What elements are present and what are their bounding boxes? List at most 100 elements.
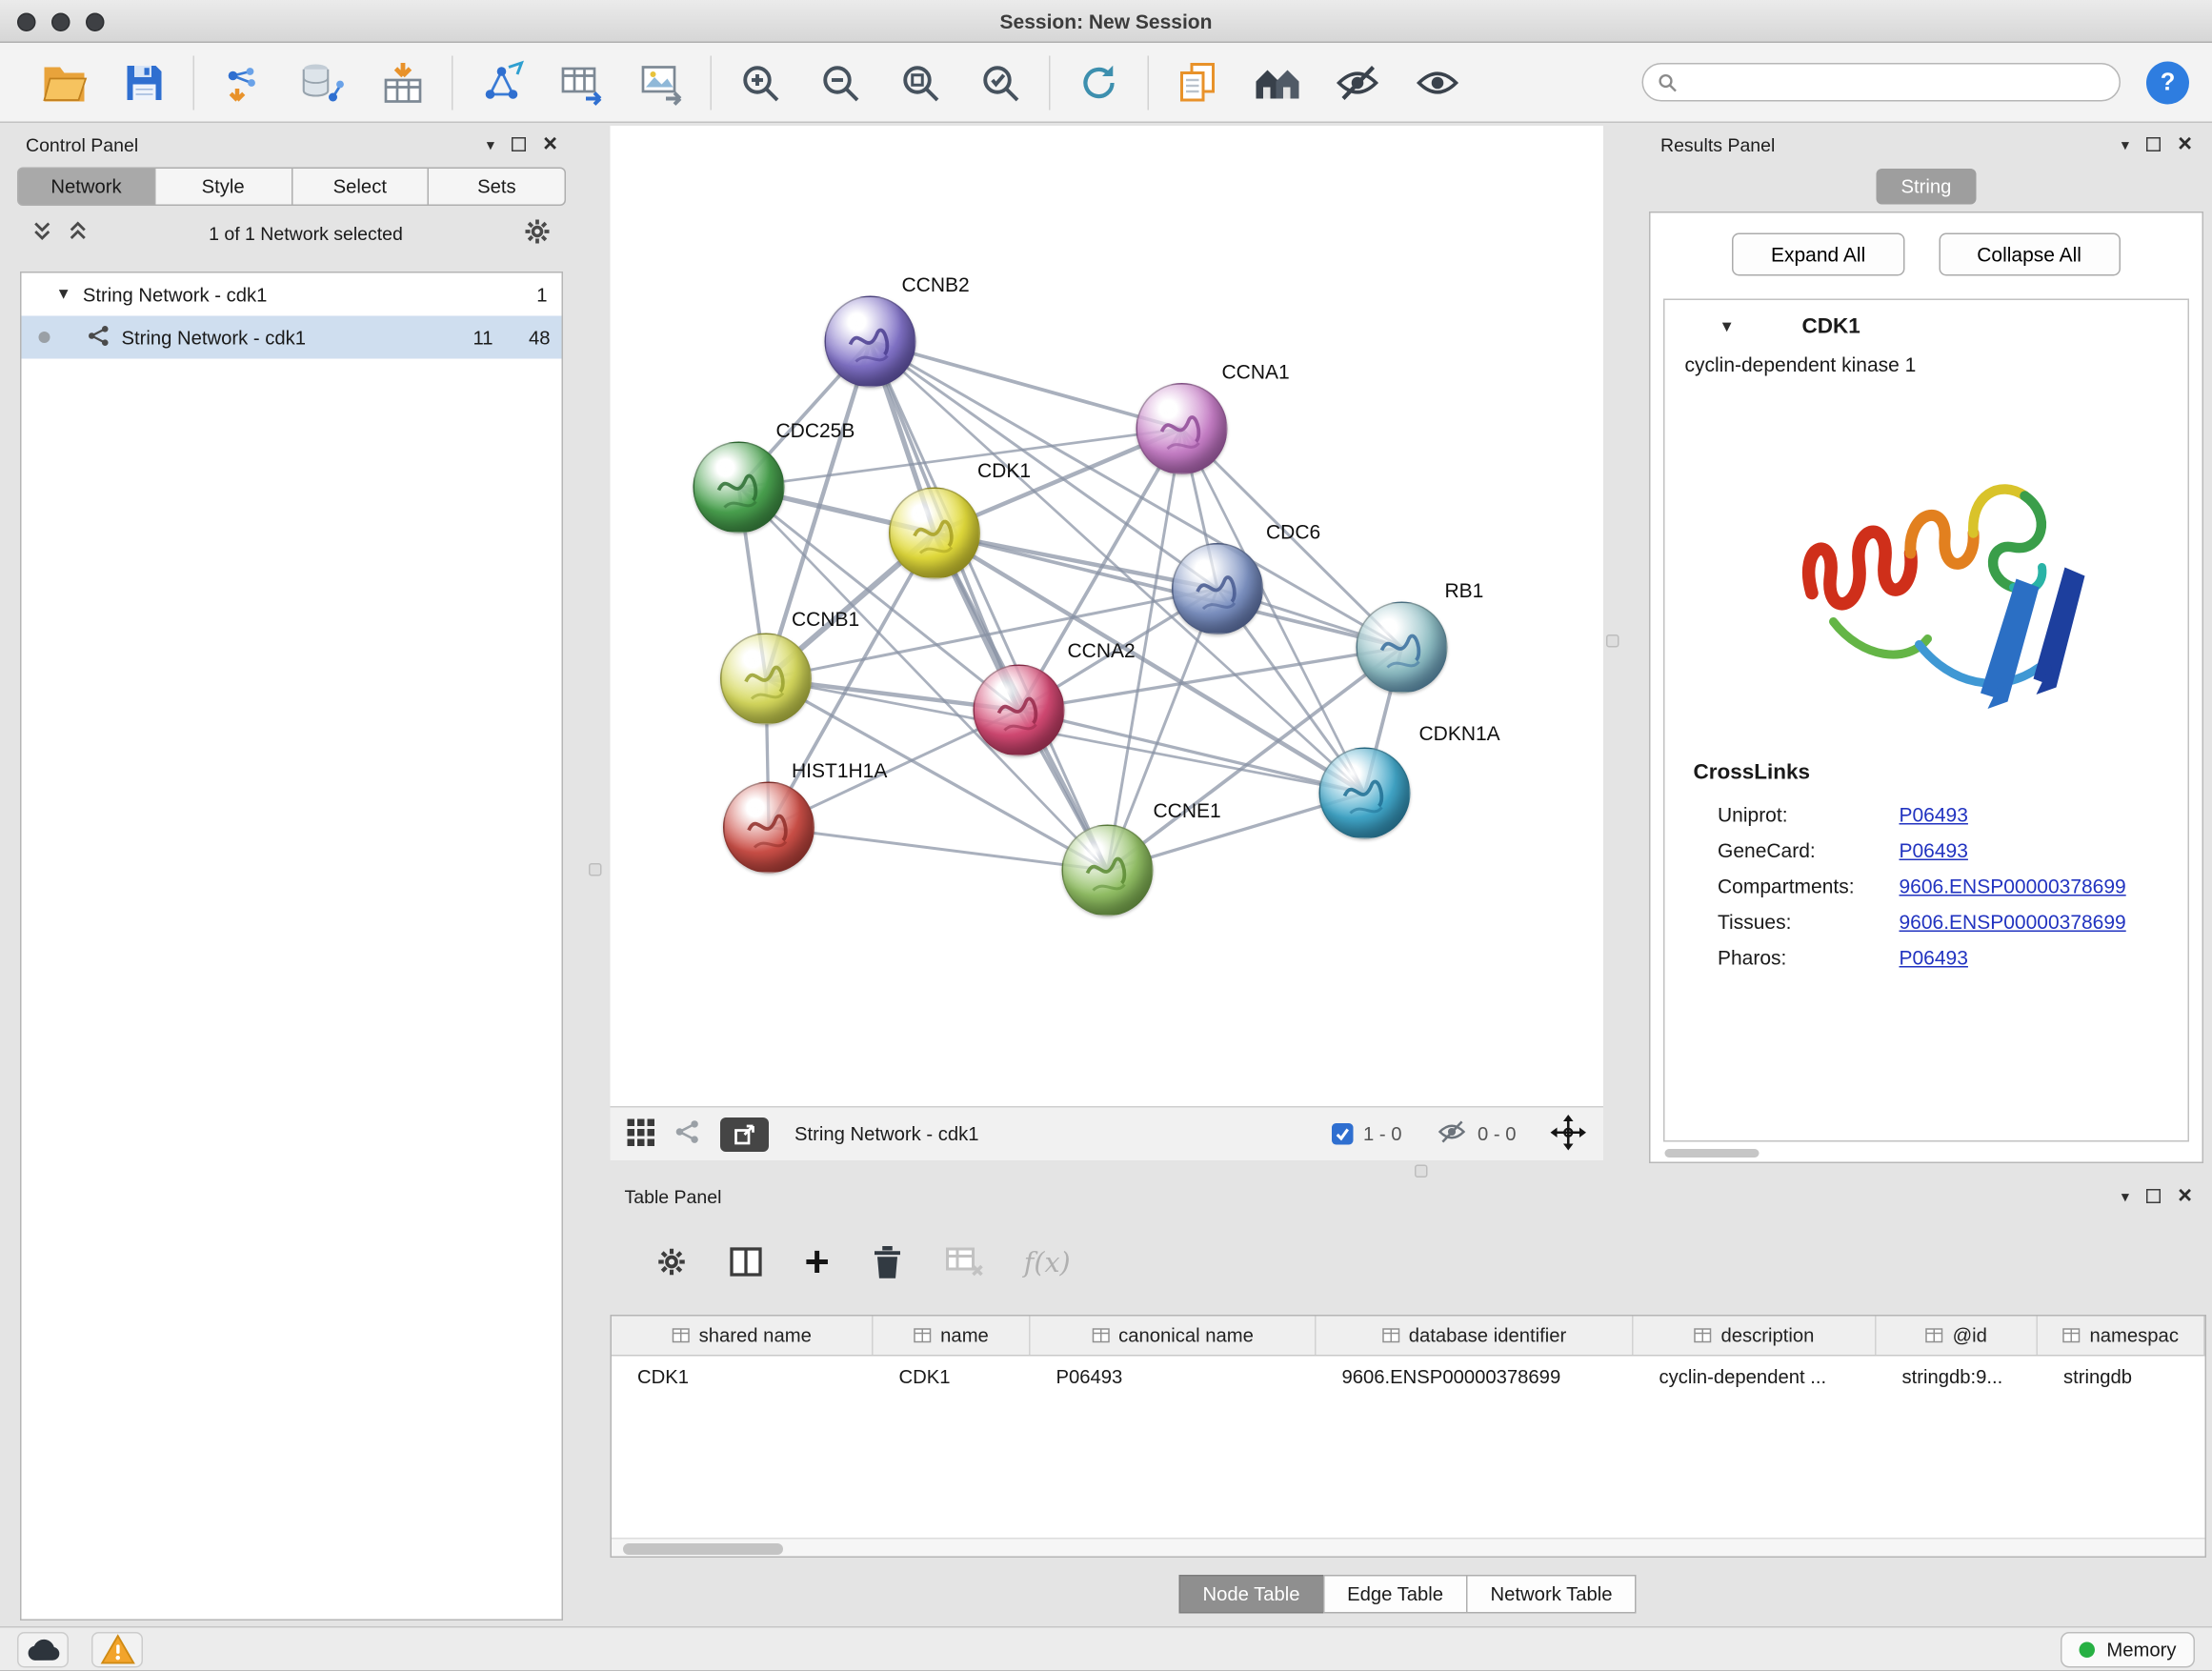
column-header[interactable]: database identifier xyxy=(1317,1317,1634,1356)
splitter-handle[interactable] xyxy=(589,863,602,876)
selected-count-checkbox-icon[interactable] xyxy=(1332,1123,1354,1145)
copy-document-icon[interactable] xyxy=(1171,55,1225,110)
panel-float-icon[interactable] xyxy=(512,137,526,151)
table-cell[interactable]: stringdb:9... xyxy=(1877,1357,2039,1397)
zoom-in-icon[interactable] xyxy=(734,55,788,110)
table-cell[interactable]: 9606.ENSP00000378699 xyxy=(1317,1357,1634,1397)
network-row-selected[interactable]: String Network - cdk1 11 48 xyxy=(22,316,562,359)
table-cell[interactable]: CDK1 xyxy=(612,1357,874,1397)
panel-menu-icon[interactable]: ▾ xyxy=(2122,1187,2129,1206)
delete-column-trash-icon[interactable] xyxy=(870,1242,904,1284)
panel-float-icon[interactable] xyxy=(2146,137,2161,151)
export-image-icon[interactable] xyxy=(634,55,689,110)
panel-close-icon[interactable]: × xyxy=(2178,1189,2192,1203)
detach-view-button[interactable] xyxy=(720,1117,769,1151)
tab-style[interactable]: Style xyxy=(154,168,292,207)
graph-node-HIST1H1A[interactable] xyxy=(723,782,814,874)
crosslink-uniprot-link[interactable]: P06493 xyxy=(1900,802,1968,825)
import-network-from-file-icon[interactable] xyxy=(216,55,271,110)
graph-node-CDC25B[interactable] xyxy=(694,442,785,534)
graph-node-CCNA1[interactable] xyxy=(1136,383,1228,474)
expand-all-button[interactable]: Expand All xyxy=(1732,233,1903,276)
pan-crosshair-icon[interactable] xyxy=(1551,1114,1587,1154)
crosslink-tissues-link[interactable]: 9606.ENSP00000378699 xyxy=(1900,910,2126,933)
panel-float-icon[interactable] xyxy=(2146,1189,2161,1203)
warnings-button[interactable] xyxy=(91,1632,143,1668)
panel-menu-icon[interactable]: ▾ xyxy=(487,135,494,154)
graph-node-CDK1[interactable] xyxy=(889,488,980,579)
panel-close-icon[interactable]: × xyxy=(543,137,557,151)
expand-all-networks-icon[interactable] xyxy=(68,220,90,246)
tab-edge-table[interactable]: Edge Table xyxy=(1323,1575,1468,1614)
import-table-icon[interactable] xyxy=(376,55,431,110)
tab-sets[interactable]: Sets xyxy=(428,168,566,207)
tab-select[interactable]: Select xyxy=(291,168,429,207)
entry-expander-icon[interactable]: ▼ xyxy=(1719,319,1735,336)
column-header[interactable]: @id xyxy=(1877,1317,2039,1356)
graph-node-CDC6[interactable] xyxy=(1172,543,1263,634)
search-input[interactable] xyxy=(1686,70,2105,95)
column-header[interactable]: namespac xyxy=(2038,1317,2205,1356)
column-header[interactable]: description xyxy=(1634,1317,1877,1356)
control-panel-tabs: Network Style Select Sets xyxy=(17,168,566,207)
search-box[interactable] xyxy=(1642,63,2122,102)
network-options-gear-icon[interactable] xyxy=(523,216,552,250)
birdseye-grid-icon[interactable] xyxy=(628,1118,655,1150)
open-session-icon[interactable] xyxy=(37,55,91,110)
collapse-all-button[interactable]: Collapse All xyxy=(1939,233,2121,276)
crosslink-genecard-link[interactable]: P06493 xyxy=(1900,838,1968,861)
splitter-handle[interactable] xyxy=(1415,1165,1428,1178)
crosslink-pharos-link[interactable]: P06493 xyxy=(1900,945,1968,968)
tab-node-table[interactable]: Node Table xyxy=(1178,1575,1324,1614)
crosslink-compartments-link[interactable]: 9606.ENSP00000378699 xyxy=(1900,874,2126,896)
graph-node-CCNB1[interactable] xyxy=(720,634,812,725)
graph-node-CCNB2[interactable] xyxy=(825,296,916,388)
column-header[interactable]: shared name xyxy=(612,1317,874,1356)
import-network-from-database-icon[interactable] xyxy=(296,55,351,110)
results-horizontal-scrollbar[interactable] xyxy=(1665,1149,1760,1158)
splitter-handle[interactable] xyxy=(1606,634,1619,648)
tab-network[interactable]: Network xyxy=(17,168,155,207)
collapse-all-networks-icon[interactable] xyxy=(31,220,53,246)
network-from-selection-icon[interactable] xyxy=(474,55,529,110)
network-share-icon[interactable] xyxy=(674,1119,700,1150)
table-settings-gear-icon[interactable] xyxy=(656,1245,688,1281)
network-view[interactable]: CCNB2CCNA1CDC25BCDK1CDC6RB1CCNB1CCNA2CDK… xyxy=(611,126,1604,1106)
hide-selection-icon[interactable] xyxy=(1331,55,1385,110)
panel-menu-icon[interactable]: ▾ xyxy=(2122,135,2129,154)
column-header[interactable]: name xyxy=(874,1317,1031,1356)
table-row[interactable]: CDK1 CDK1 P06493 9606.ENSP00000378699 cy… xyxy=(612,1357,2205,1397)
show-all-icon[interactable] xyxy=(1411,55,1465,110)
panel-close-icon[interactable]: × xyxy=(2178,137,2192,151)
refresh-icon[interactable] xyxy=(1072,55,1126,110)
table-cell[interactable]: stringdb xyxy=(2038,1357,2205,1397)
help-icon[interactable]: ? xyxy=(2146,61,2189,104)
tab-string[interactable]: String xyxy=(1877,169,1976,205)
table-cell[interactable]: CDK1 xyxy=(874,1357,1031,1397)
new-table-icon[interactable] xyxy=(554,55,609,110)
table-cell[interactable]: P06493 xyxy=(1031,1357,1317,1397)
column-header[interactable]: canonical name xyxy=(1031,1317,1317,1356)
add-column-icon[interactable]: + xyxy=(805,1245,830,1282)
table-horizontal-scrollbar[interactable] xyxy=(612,1538,2205,1557)
hidden-eye-slash-icon[interactable] xyxy=(1436,1119,1467,1150)
cloud-status-button[interactable] xyxy=(17,1632,69,1668)
scrollbar-thumb[interactable] xyxy=(623,1543,783,1555)
graph-node-CDKN1A[interactable] xyxy=(1319,748,1411,839)
tab-network-table[interactable]: Network Table xyxy=(1466,1575,1637,1614)
graph-node-CCNA2[interactable] xyxy=(974,665,1065,756)
memory-button[interactable]: Memory xyxy=(2061,1632,2195,1668)
save-session-icon[interactable] xyxy=(117,55,171,110)
show-columns-icon[interactable] xyxy=(728,1242,765,1284)
crosslink-row: Pharos: P06493 xyxy=(1665,939,2188,976)
crosslink-row: Uniprot: P06493 xyxy=(1665,796,2188,833)
zoom-selected-icon[interactable] xyxy=(974,55,1028,110)
collection-expander-icon[interactable]: ▼ xyxy=(56,286,71,303)
graph-node-CCNE1[interactable] xyxy=(1062,825,1154,916)
graph-node-RB1[interactable] xyxy=(1357,602,1448,694)
network-collection-row[interactable]: ▼ String Network - cdk1 1 xyxy=(22,273,562,316)
home-icon[interactable] xyxy=(1251,55,1305,110)
zoom-fit-icon[interactable] xyxy=(894,55,948,110)
table-cell[interactable]: cyclin-dependent ... xyxy=(1634,1357,1877,1397)
zoom-out-icon[interactable] xyxy=(814,55,868,110)
